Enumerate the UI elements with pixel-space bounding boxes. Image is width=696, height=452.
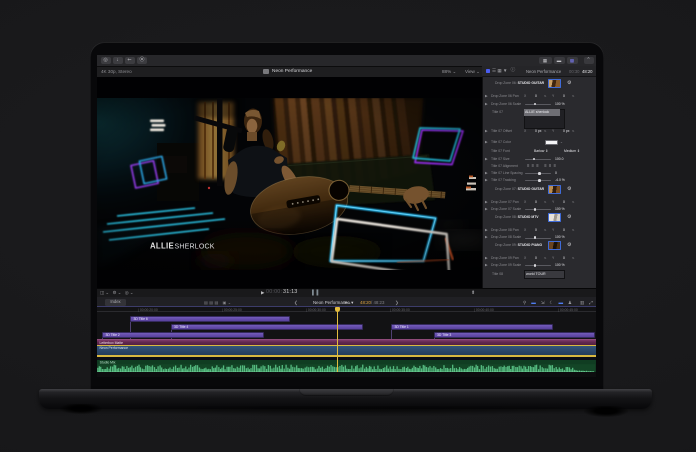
svg-text:Studio Mix: Studio Mix [100,360,116,364]
